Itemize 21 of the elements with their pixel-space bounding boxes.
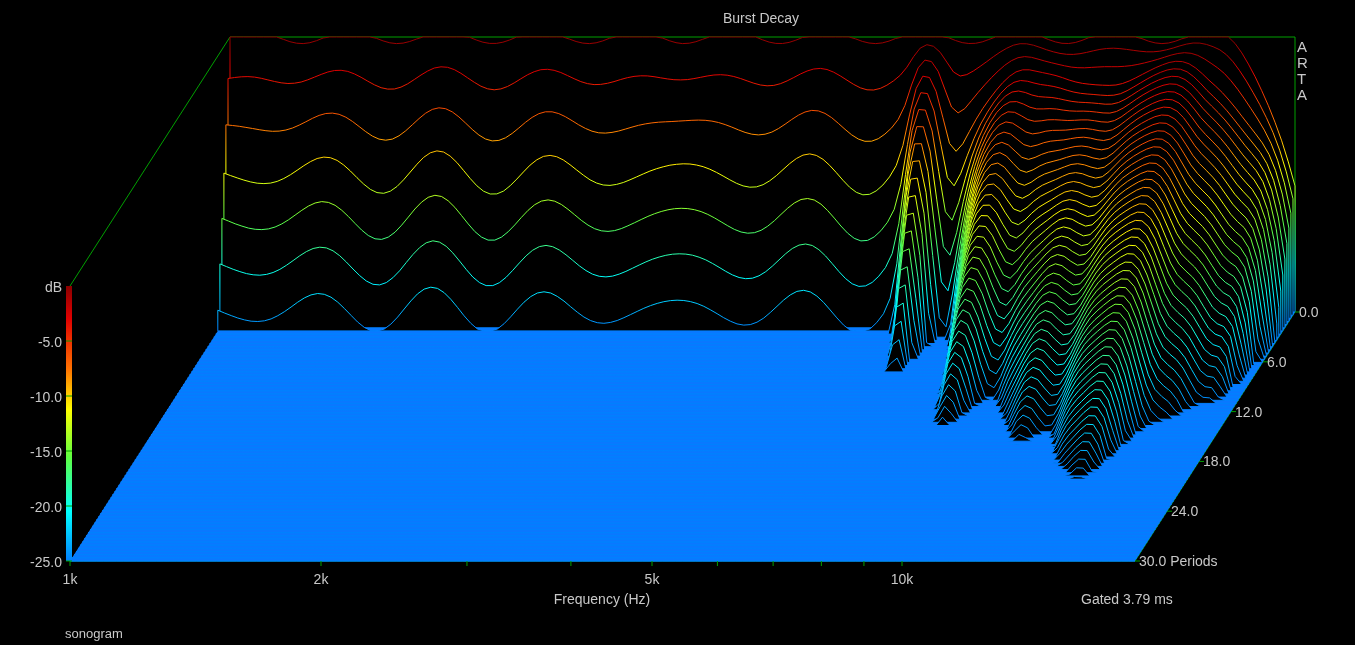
- period-tick-label: 6.0: [1267, 353, 1287, 370]
- scale-unit-label: dB: [44, 279, 62, 295]
- scale-tick-label: -10.0: [30, 389, 62, 405]
- gate-note: Gated 3.79 ms: [1081, 591, 1173, 607]
- period-tick-label: 12.0: [1235, 403, 1263, 420]
- footer-label: sonogram: [65, 626, 123, 641]
- x-tick-label: 5k: [644, 571, 660, 587]
- scale-tick-label: -15.0: [30, 444, 62, 460]
- period-tick-label: 24.0: [1171, 503, 1199, 520]
- x-axis-label: Frequency (Hz): [553, 591, 651, 607]
- brand-label: ARTA: [1297, 38, 1308, 103]
- scale-tick-label: -5.0: [37, 334, 62, 350]
- period-tick-label: 18.0: [1203, 453, 1231, 470]
- x-tick-label: 10k: [890, 571, 914, 587]
- scale-tick-label: -25.0: [30, 554, 62, 570]
- x-tick-label: 1k: [62, 571, 78, 587]
- x-tick-label: 2k: [313, 571, 329, 587]
- period-tick-label: 30.0 Periods: [1139, 553, 1218, 569]
- chart-title: Burst Decay: [722, 10, 800, 26]
- period-tick-label: 0.0: [1299, 304, 1319, 320]
- scale-tick-label: -20.0: [30, 499, 62, 515]
